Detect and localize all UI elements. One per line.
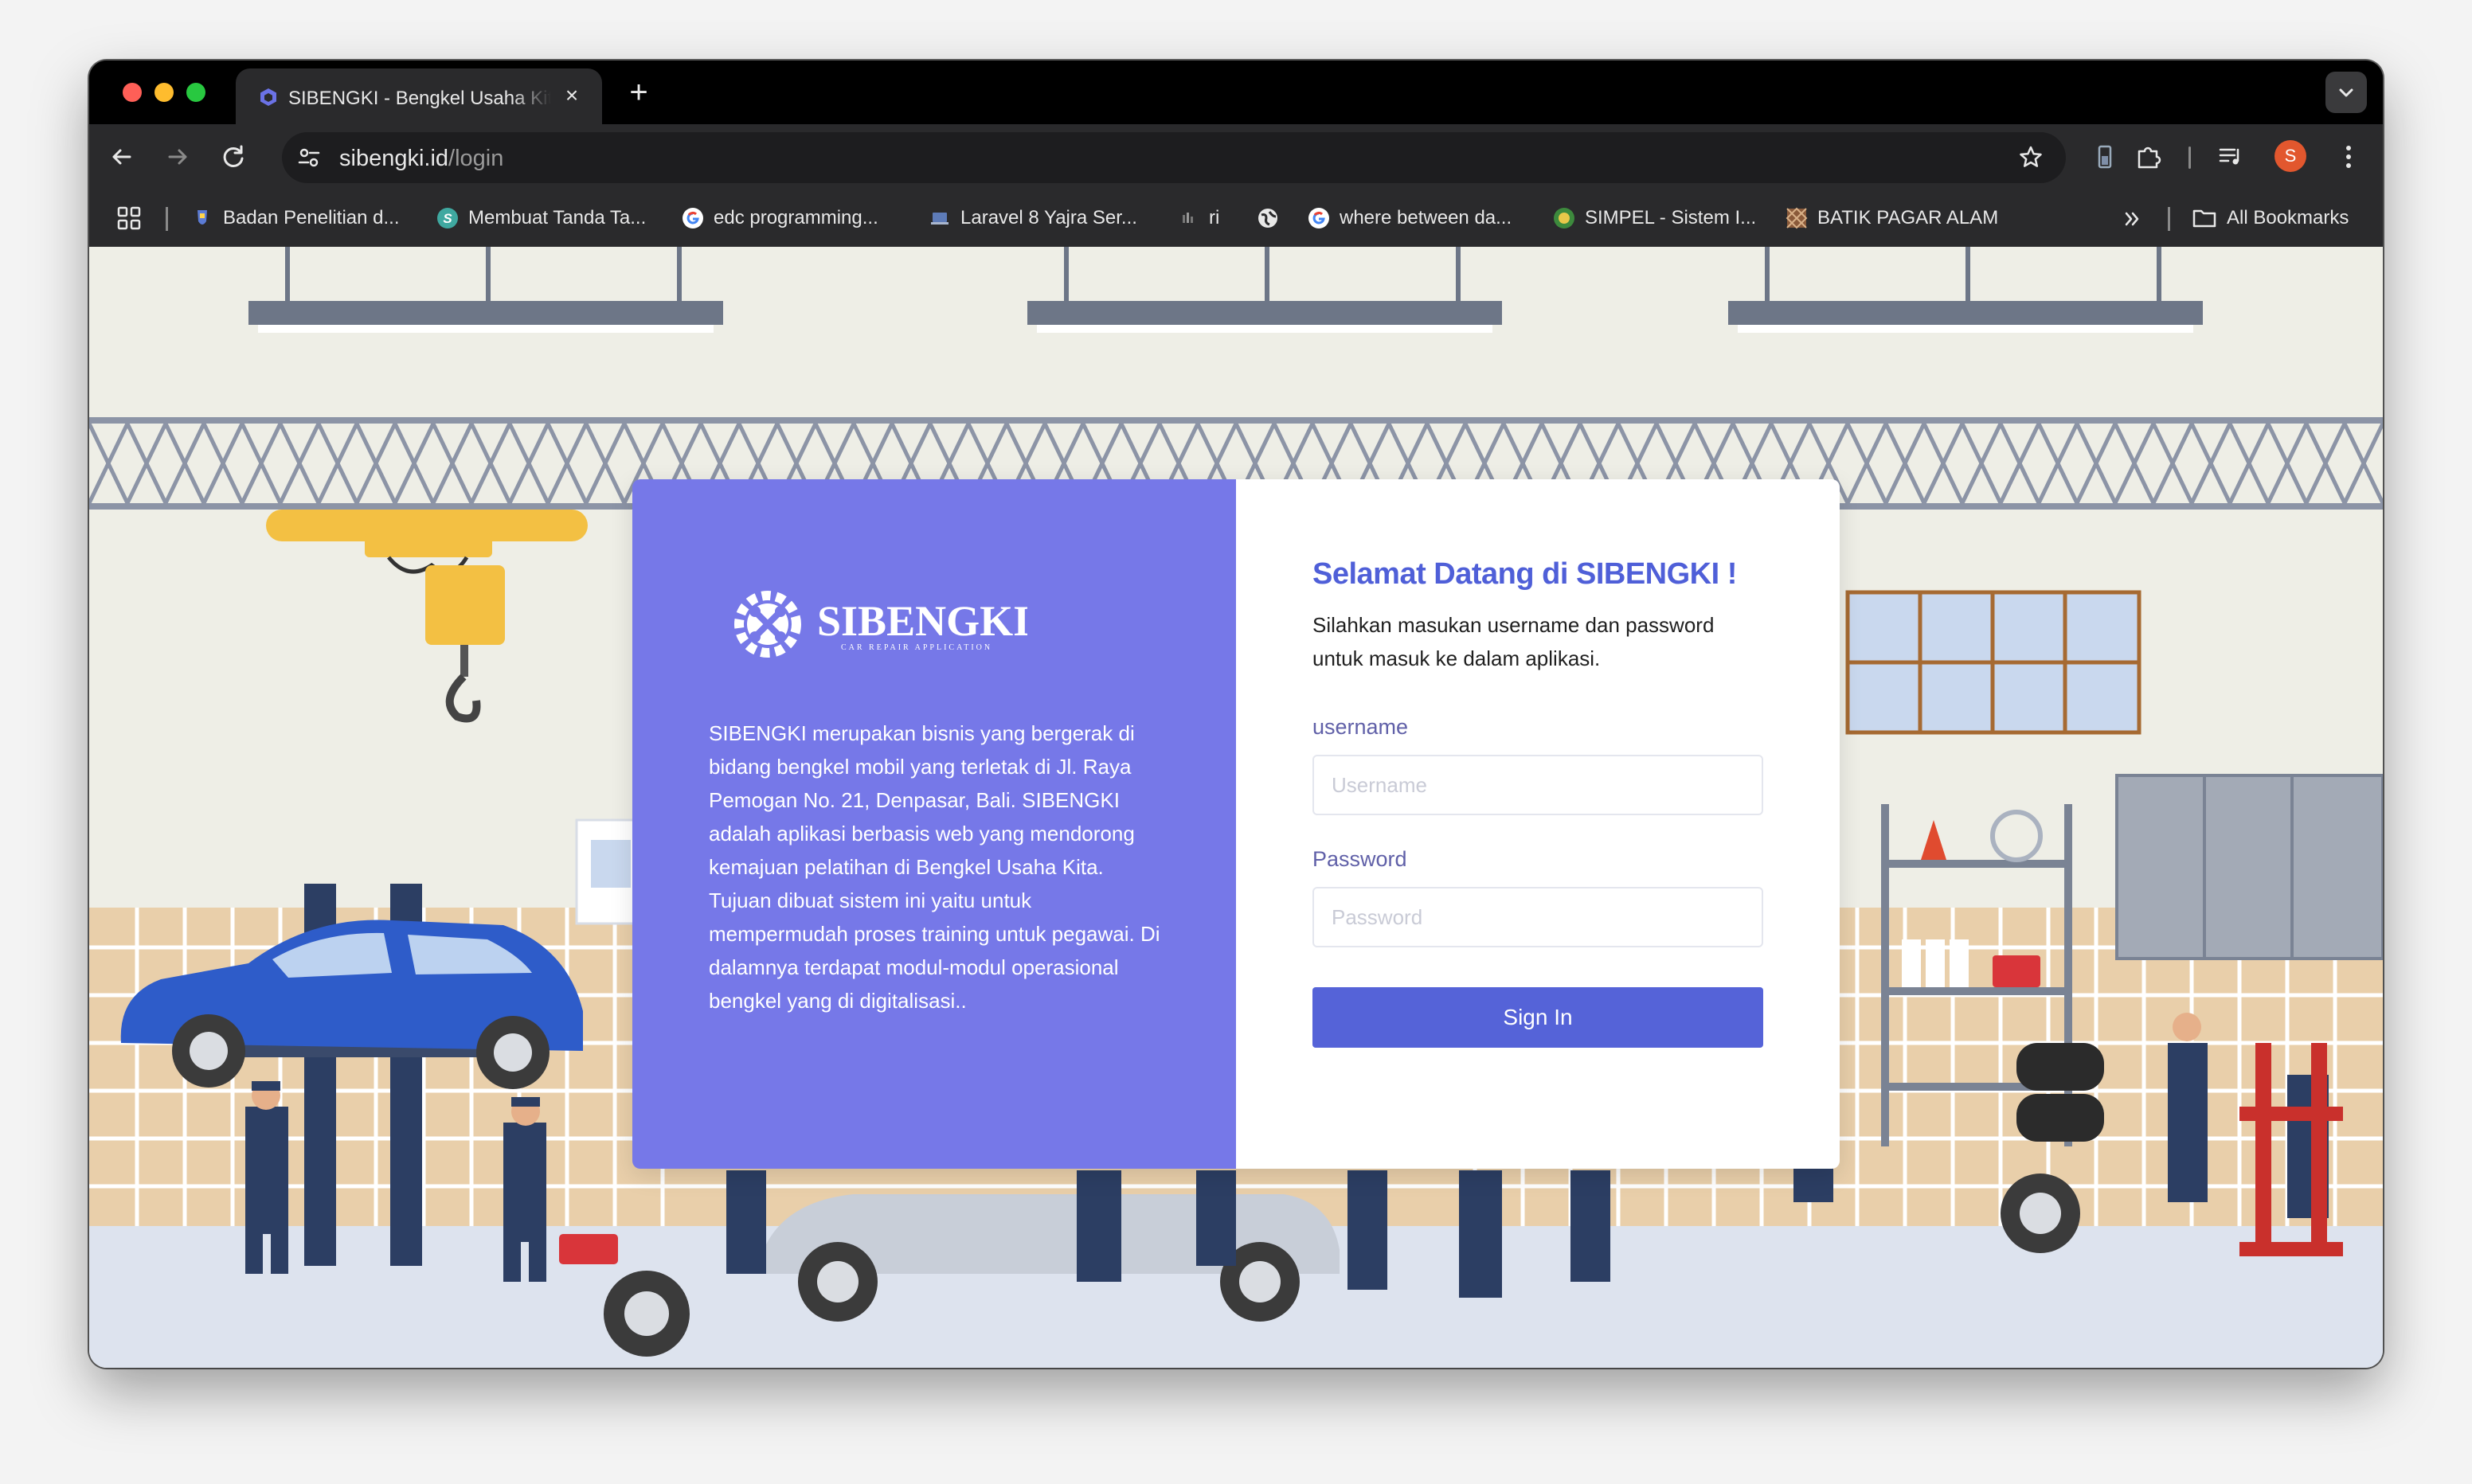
url-host: sibengki.id bbox=[339, 146, 449, 171]
back-icon[interactable] bbox=[104, 139, 140, 175]
bookmark-item[interactable]: BATIK PAGAR ALAM bbox=[1786, 205, 1998, 231]
web-page: SIBENGKI CAR REPAIR APPLICATION SIBENGKI… bbox=[89, 247, 2383, 1368]
username-label: username bbox=[1312, 715, 1409, 739]
sibengki-logo: SIBENGKI CAR REPAIR APPLICATION bbox=[734, 591, 1027, 658]
logo-wordmark: SIBENGKI bbox=[817, 597, 1027, 645]
url-text: sibengki.id/login bbox=[339, 146, 503, 172]
bookmark-item[interactable] bbox=[1257, 205, 1279, 231]
new-tab-button[interactable]: + bbox=[621, 75, 656, 110]
login-card: SIBENGKI CAR REPAIR APPLICATION SIBENGKI… bbox=[632, 479, 1840, 1169]
gear-wrench-icon bbox=[734, 591, 801, 658]
bookmark-label: where between da... bbox=[1340, 207, 1512, 228]
brand-panel: SIBENGKI CAR REPAIR APPLICATION SIBENGKI… bbox=[632, 479, 1236, 1169]
password-label: Password bbox=[1312, 847, 1407, 871]
bookmark-label: Badan Penelitian d... bbox=[223, 207, 400, 228]
login-heading: Selamat Datang di SIBENGKI ! bbox=[1312, 557, 1737, 591]
google-icon bbox=[1308, 208, 1329, 228]
minimize-window-button[interactable] bbox=[154, 83, 174, 102]
tab-search-button[interactable] bbox=[2325, 72, 2367, 113]
agency-emblem-icon bbox=[198, 210, 207, 225]
active-tab[interactable]: SIBENGKI - Bengkel Usaha Kita × bbox=[236, 68, 602, 124]
bookmark-item[interactable]: edc programming... bbox=[682, 205, 878, 231]
about-description: SIBENGKI merupakan bisnis yang bergerak … bbox=[709, 721, 1160, 1013]
browser-toolbar: sibengki.id/login S bbox=[89, 124, 2383, 189]
more-menu-icon[interactable] bbox=[2332, 140, 2365, 174]
bars-icon bbox=[1183, 213, 1193, 223]
bookmark-label: edc programming... bbox=[714, 207, 878, 228]
bookmarks-separator bbox=[166, 207, 168, 231]
s-logo-icon: S bbox=[437, 208, 458, 228]
extension-battery-icon[interactable] bbox=[2088, 140, 2122, 174]
browser-window: SIBENGKI - Bengkel Usaha Kita × + sibeng… bbox=[89, 61, 2383, 1368]
url-path: /login bbox=[448, 146, 504, 171]
all-bookmarks-label: All Bookmarks bbox=[2227, 207, 2349, 228]
tab-strip: SIBENGKI - Bengkel Usaha Kita × + bbox=[89, 61, 2383, 124]
bookmark-label: ri bbox=[1209, 207, 1220, 228]
bookmark-label: Laravel 8 Yajra Ser... bbox=[960, 207, 1137, 228]
bookmark-label: Membuat Tanda Ta... bbox=[468, 207, 647, 228]
bookmarks-separator bbox=[2168, 207, 2170, 231]
bookmarks-bar: Badan Penelitian d... S Membuat Tanda Ta… bbox=[89, 189, 2383, 247]
password-input[interactable] bbox=[1312, 887, 1763, 947]
forward-icon[interactable] bbox=[159, 139, 196, 175]
media-controls-icon[interactable] bbox=[2214, 140, 2247, 174]
close-window-button[interactable] bbox=[123, 83, 142, 102]
chevron-down-icon bbox=[2339, 88, 2353, 97]
maximize-window-button[interactable] bbox=[186, 83, 205, 102]
bookmark-item[interactable]: where between da... bbox=[1308, 205, 1512, 231]
pattern-icon bbox=[1786, 207, 1808, 229]
bookmark-star-icon[interactable] bbox=[2016, 143, 2045, 172]
folder-icon bbox=[2192, 209, 2216, 228]
site-settings-icon[interactable] bbox=[296, 145, 322, 170]
login-instructions: Silahkan masukan username dan password u… bbox=[1312, 613, 1715, 670]
sibengki-favicon-icon bbox=[260, 88, 276, 106]
logo-tagline: CAR REPAIR APPLICATION bbox=[841, 643, 992, 652]
emblem-icon bbox=[1554, 208, 1574, 228]
bookmark-item[interactable]: Badan Penelitian d... bbox=[191, 205, 400, 231]
profile-avatar[interactable]: S bbox=[2274, 140, 2306, 172]
bookmark-item[interactable]: SIMPEL - Sistem I... bbox=[1553, 205, 1756, 231]
address-bar[interactable]: sibengki.id/login bbox=[282, 132, 2066, 183]
sign-in-button[interactable]: Sign In bbox=[1312, 987, 1763, 1048]
apps-grid-icon[interactable] bbox=[116, 205, 142, 231]
login-form-panel: Selamat Datang di SIBENGKI ! Silahkan ma… bbox=[1236, 479, 1840, 1169]
close-tab-icon[interactable]: × bbox=[559, 83, 585, 108]
toolbar-separator bbox=[2188, 146, 2191, 169]
bookmark-label: BATIK PAGAR ALAM bbox=[1817, 207, 1999, 228]
tab-title: SIBENGKI - Bengkel Usaha Kita bbox=[288, 88, 551, 109]
bookmark-item[interactable]: S Membuat Tanda Ta... bbox=[436, 205, 646, 231]
svg-text:S: S bbox=[443, 211, 452, 226]
google-icon bbox=[683, 208, 703, 228]
all-bookmarks-button[interactable]: All Bookmarks bbox=[2192, 205, 2349, 231]
laptop-icon bbox=[931, 213, 949, 225]
username-input[interactable] bbox=[1312, 755, 1763, 815]
bookmark-item[interactable]: ri bbox=[1177, 205, 1219, 231]
reload-icon[interactable] bbox=[215, 139, 252, 175]
chevron-double-right-icon[interactable] bbox=[2120, 207, 2144, 231]
extensions-puzzle-icon[interactable] bbox=[2133, 140, 2166, 174]
bookmark-item[interactable]: Laravel 8 Yajra Ser... bbox=[929, 205, 1137, 231]
bookmark-label: SIMPEL - Sistem I... bbox=[1585, 207, 1757, 228]
globe-icon bbox=[1258, 209, 1277, 228]
